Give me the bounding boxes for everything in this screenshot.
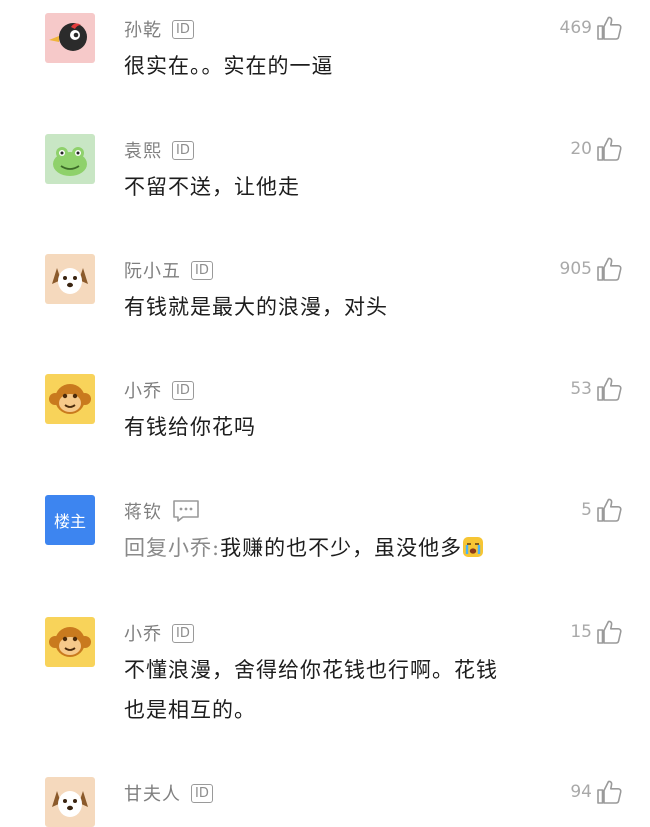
frog-icon[interactable] [45,134,95,184]
like-count: 94 [570,782,592,802]
comment-text: 很实在。。实在的一逼 [124,54,334,78]
reply-body: 我赚的也不少，虽没他多 [220,536,463,560]
username[interactable]: 袁熙 [124,137,162,163]
id-badge: ID [191,260,213,280]
id-badge: ID [172,19,194,39]
comment-text: 不懂浪漫，舍得给你花钱也行啊。花钱 也是相互的。 [124,650,564,730]
comment-header: 袁熙 ID [124,137,194,163]
like-button[interactable]: 53 [570,374,622,404]
comment-header: 蒋钦 [124,498,200,524]
id-badge: ID [172,380,194,400]
dog-icon[interactable] [45,777,95,827]
id-badge: ID [191,783,213,803]
like-count: 15 [570,622,592,642]
comment-text: 有钱就是最大的浪漫，对头 [124,295,388,319]
crying-face-icon [463,537,484,557]
like-button[interactable]: 905 [560,254,622,284]
thumbs-up-icon[interactable] [596,497,622,523]
username[interactable]: 小乔 [124,377,162,403]
like-button[interactable]: 94 [570,777,622,807]
like-button[interactable]: 469 [560,13,622,43]
comment-text-line: 不懂浪漫，舍得给你花钱也行啊。花钱 [124,658,498,682]
thumbs-up-icon[interactable] [596,256,622,282]
monkey-icon[interactable] [45,374,95,424]
like-count: 905 [559,259,592,279]
thumbs-up-icon[interactable] [596,15,622,41]
comment-header: 甘夫人 ID [124,780,213,806]
username[interactable]: 阮小五 [124,257,181,283]
comment-text: 不留不送，让他走 [124,175,300,199]
comment-text-line: 也是相互的。 [124,698,256,722]
comment-header: 阮小五 ID [124,257,213,283]
reply-bubble-icon[interactable] [172,499,200,523]
reply-prefix[interactable]: 回复小乔: [124,536,220,560]
like-count: 469 [559,18,592,38]
woodpecker-icon[interactable] [45,13,95,63]
thumbs-up-icon[interactable] [596,136,622,162]
id-badge: ID [172,140,194,160]
dog-icon[interactable] [45,254,95,304]
like-button[interactable]: 15 [570,617,622,647]
comment-text: 有钱给你花吗 [124,415,256,439]
comment-text: 回复小乔:我赚的也不少，虽没他多 [124,528,564,568]
username[interactable]: 蒋钦 [124,498,162,524]
id-badge: ID [172,623,194,643]
host-badge[interactable]: 楼主 [45,495,95,545]
thumbs-up-icon[interactable] [596,779,622,805]
comment-header: 小乔 ID [124,377,194,403]
comment-header: 小乔 ID [124,620,194,646]
like-count: 20 [570,139,592,159]
thumbs-up-icon[interactable] [596,376,622,402]
like-button[interactable]: 20 [570,134,622,164]
like-count: 53 [570,379,592,399]
username[interactable]: 小乔 [124,620,162,646]
comment-header: 孙乾 ID [124,16,194,42]
username[interactable]: 孙乾 [124,16,162,42]
like-count: 5 [581,500,592,520]
thumbs-up-icon[interactable] [596,619,622,645]
username[interactable]: 甘夫人 [124,780,181,806]
like-button[interactable]: 5 [581,495,622,525]
monkey-icon[interactable] [45,617,95,667]
